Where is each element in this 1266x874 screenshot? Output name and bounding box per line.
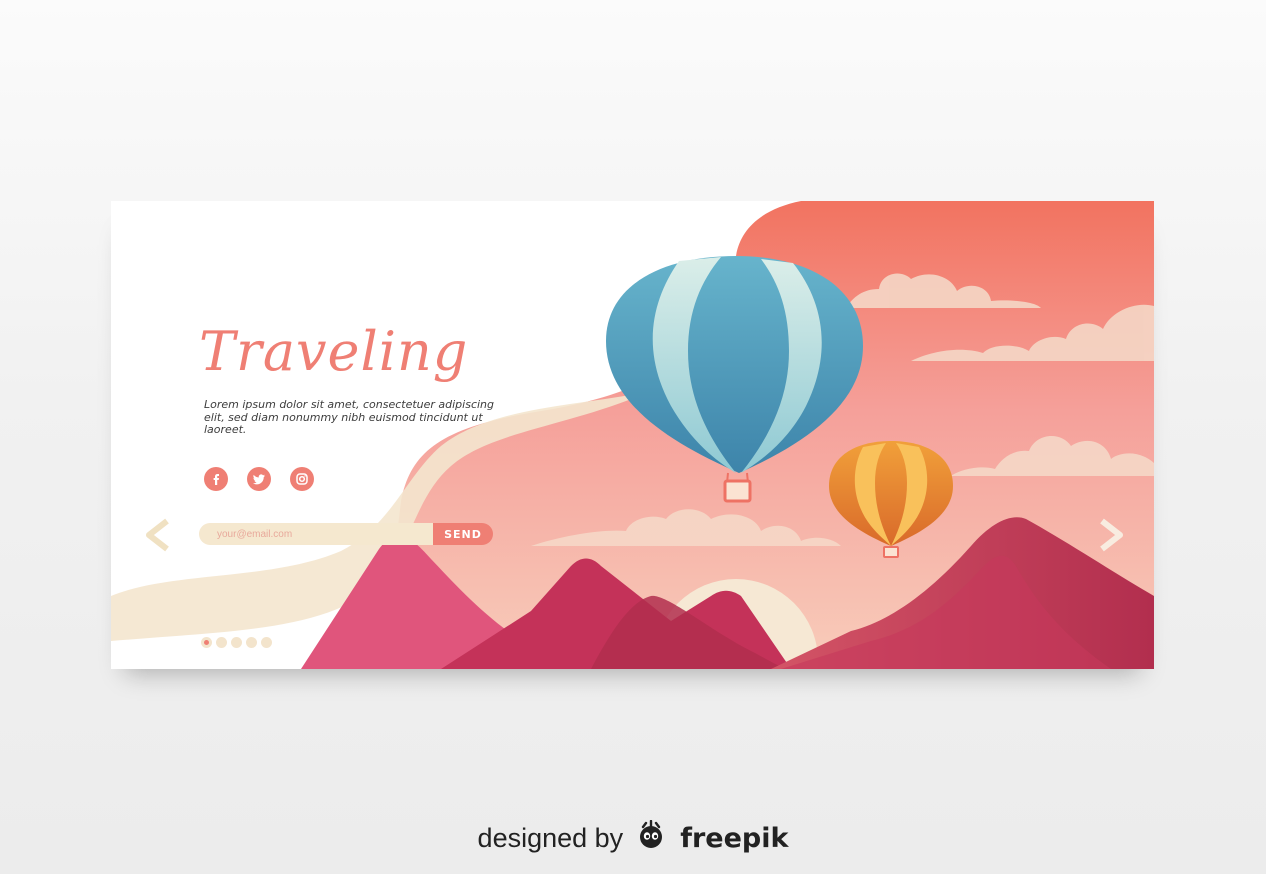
subscribe-form: SEND: [199, 523, 493, 545]
twitter-icon: [253, 474, 265, 485]
pagination-dot[interactable]: [216, 637, 227, 648]
pagination-dot[interactable]: [261, 637, 272, 648]
credit-brand: freepik: [680, 823, 789, 854]
hero-description: Lorem ipsum dolor sit amet, consectetuer…: [204, 398, 495, 436]
chevron-left-icon[interactable]: [143, 517, 173, 553]
facebook-icon: [213, 474, 219, 485]
chevron-right-icon[interactable]: [1096, 517, 1126, 553]
pagination-dot[interactable]: [246, 637, 257, 648]
landing-card: Traveling Lorem ipsum dolor sit amet, co…: [111, 201, 1154, 669]
email-field[interactable]: [199, 523, 433, 545]
designer-credit: designed by freepik: [0, 820, 1266, 854]
credit-prefix: designed by: [477, 823, 624, 853]
instagram-link[interactable]: [290, 467, 314, 491]
facebook-link[interactable]: [204, 467, 228, 491]
freepik-logo-icon: [639, 820, 662, 848]
pagination-dot[interactable]: [231, 637, 242, 648]
pagination-dot[interactable]: [201, 637, 212, 648]
pagination-dots: [201, 637, 272, 648]
twitter-link[interactable]: [247, 467, 271, 491]
page-title: Traveling: [199, 320, 469, 383]
send-button[interactable]: SEND: [433, 523, 493, 545]
instagram-icon: [296, 473, 308, 485]
social-links: [204, 467, 314, 491]
